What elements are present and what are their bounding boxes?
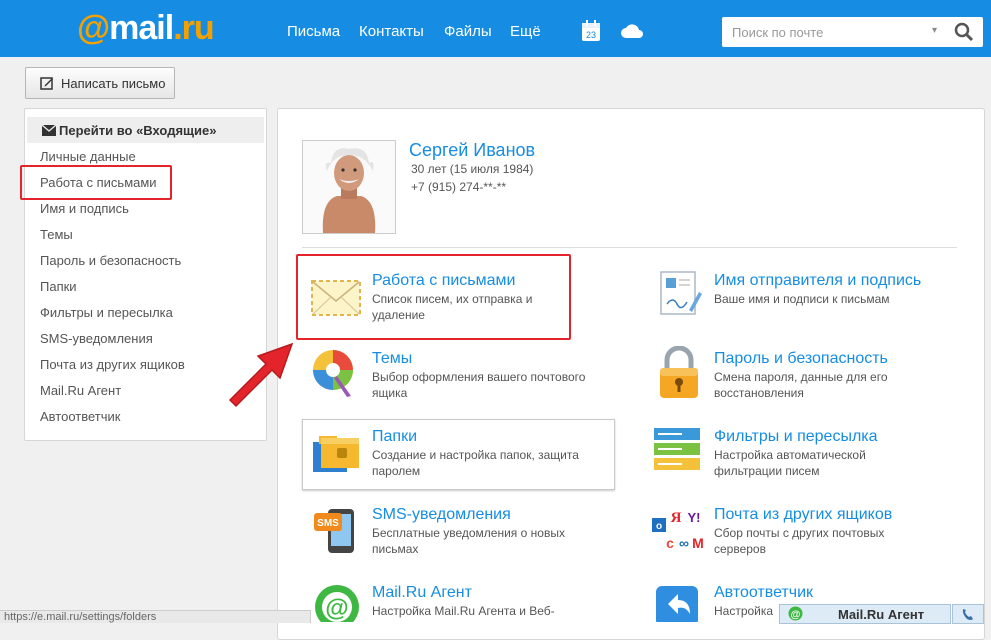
tile-signature-desc: Ваше имя и подписи к письмам: [714, 292, 890, 306]
tile-agent-desc: Настройка Mail.Ru Агента и Веб-: [372, 604, 555, 618]
tile-themes-desc: Выбор оформления вашего почтового ящика: [372, 370, 586, 400]
compose-label: Написать письмо: [61, 76, 166, 91]
nav-files[interactable]: Файлы: [444, 23, 492, 40]
autoreply-icon[interactable]: [654, 584, 700, 627]
search-input[interactable]: Поиск по почте ▾: [722, 17, 983, 47]
inbox-link-label: Перейти во «Входящие»: [59, 123, 217, 138]
sidebar-item-name-signature[interactable]: Имя и подпись: [40, 201, 129, 216]
filters-icon[interactable]: [652, 426, 702, 479]
envelope-small-icon: [41, 124, 57, 139]
sidebar-item-folders[interactable]: Папки: [40, 279, 77, 294]
highlight-box-tile: [296, 254, 571, 340]
tile-sms-desc: Бесплатные уведомления о новых письмах: [372, 526, 565, 556]
profile-name[interactable]: Сергей Иванов: [409, 140, 535, 161]
sms-phone-icon[interactable]: SMS: [314, 505, 360, 560]
highlight-box-sidebar: [20, 165, 172, 200]
tile-other-boxes-title[interactable]: Почта из других ящиков: [714, 506, 892, 524]
nav-letters[interactable]: Письма: [287, 23, 340, 40]
nav-more[interactable]: Ещё: [510, 23, 541, 40]
tile-security-desc: Смена пароля, данные для его восстановле…: [714, 370, 888, 400]
mail-collector-icon[interactable]: o Я Y! c ∞ M: [652, 506, 704, 561]
folders-icon[interactable]: [311, 428, 361, 481]
sidebar-item-agent[interactable]: Mail.Ru Агент: [40, 383, 121, 398]
agent-small-icon: @: [788, 606, 803, 624]
svg-text:@: @: [325, 595, 348, 622]
logo-mail: mail: [109, 9, 174, 47]
sidebar-item-themes[interactable]: Темы: [40, 227, 73, 242]
tile-filters-desc: Настройка автоматической фильтрации писе…: [714, 448, 866, 478]
phone-icon[interactable]: [952, 604, 984, 624]
logo-ru: .ru: [173, 9, 214, 47]
search-placeholder: Поиск по почте: [732, 25, 824, 40]
logo-at: @: [77, 9, 110, 47]
status-url-text: https://e.mail.ru/settings/folders: [4, 611, 157, 623]
sidebar-item-security[interactable]: Пароль и безопасность: [40, 253, 181, 268]
palette-icon[interactable]: [311, 346, 357, 403]
sidebar-item-sms[interactable]: SMS-уведомления: [40, 331, 153, 346]
avatar[interactable]: [302, 140, 396, 234]
svg-text:M: M: [692, 535, 704, 551]
calendar-day: 23: [586, 30, 596, 40]
cloud-icon[interactable]: [620, 23, 644, 44]
inbox-link[interactable]: Перейти во «Входящие»: [27, 117, 264, 143]
sidebar-item-personal[interactable]: Личные данные: [40, 149, 136, 164]
agent-bar-label: Mail.Ru Агент: [838, 607, 925, 622]
svg-text:Y!: Y!: [688, 510, 701, 525]
tile-sms-title[interactable]: SMS-уведомления: [372, 506, 511, 524]
pencil-icon: [40, 76, 54, 93]
svg-text:∞: ∞: [679, 535, 689, 551]
status-bar-url: https://e.mail.ru/settings/folders: [0, 610, 311, 623]
signature-icon[interactable]: [657, 270, 703, 323]
tile-security-title[interactable]: Пароль и безопасность: [714, 350, 888, 368]
svg-text:c: c: [666, 535, 674, 551]
nav-contacts[interactable]: Контакты: [359, 23, 424, 40]
agent-bar[interactable]: @ Mail.Ru Агент: [779, 604, 951, 624]
mailru-logo[interactable]: @mail.ru: [77, 9, 215, 48]
svg-text:o: o: [656, 521, 662, 532]
profile-phone: +7 (915) 274-**-**: [411, 180, 507, 194]
profile-divider: [302, 247, 957, 248]
tile-folders-desc: Создание и настройка папок, защита парол…: [372, 448, 579, 478]
compose-button[interactable]: Написать письмо: [25, 67, 175, 99]
tile-folders-title[interactable]: Папки: [372, 428, 417, 446]
svg-text:SMS: SMS: [317, 518, 339, 529]
svg-text:Я: Я: [671, 510, 682, 526]
calendar-icon[interactable]: 23: [581, 20, 601, 47]
header-bar: @mail.ru Письма Контакты Файлы Ещё 23 По…: [0, 0, 991, 57]
tile-filters-title[interactable]: Фильтры и пересылка: [714, 428, 878, 446]
sidebar-item-filters[interactable]: Фильтры и пересылка: [40, 305, 173, 320]
tile-agent-title[interactable]: Mail.Ru Агент: [372, 584, 472, 602]
agent-icon[interactable]: @: [314, 584, 360, 629]
svg-text:@: @: [791, 610, 801, 621]
tile-autoreply-title[interactable]: Автоответчик: [714, 584, 813, 602]
tile-themes-title[interactable]: Темы: [372, 350, 412, 368]
search-icon[interactable]: [954, 22, 974, 47]
sidebar-item-other-boxes[interactable]: Почта из других ящиков: [40, 357, 185, 372]
tile-other-boxes-desc: Сбор почты с других почтовых серверов: [714, 526, 885, 556]
red-arrow-annotation: [222, 336, 300, 415]
lock-icon[interactable]: [658, 345, 700, 405]
profile-age: 30 лет (15 июля 1984): [411, 162, 534, 176]
sidebar-item-autoreply[interactable]: Автоответчик: [40, 409, 120, 424]
tile-signature-title[interactable]: Имя отправителя и подпись: [714, 272, 921, 290]
search-dropdown-icon[interactable]: ▾: [932, 25, 937, 36]
